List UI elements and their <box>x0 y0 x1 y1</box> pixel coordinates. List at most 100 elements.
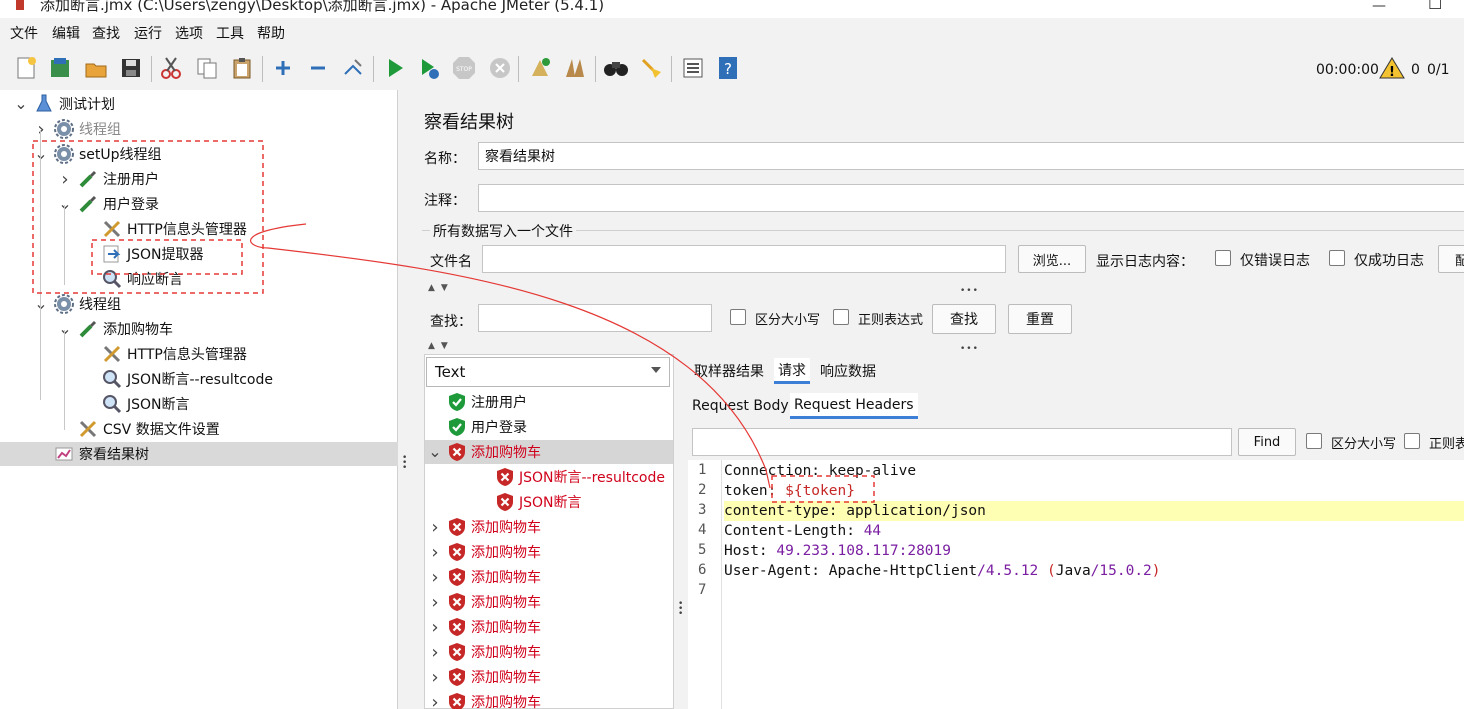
chevron-right-icon[interactable]: › <box>427 592 443 613</box>
tree-node[interactable]: ⌄ 线程组 <box>34 292 121 316</box>
errors-only-checkbox[interactable] <box>1215 250 1231 266</box>
tab-request-headers[interactable]: Request Headers <box>790 393 918 419</box>
result-item[interactable]: › 添加购物车 <box>425 665 673 689</box>
start-no-pause-icon[interactable] <box>415 54 443 82</box>
shutdown-icon[interactable] <box>486 54 514 82</box>
chevron-down-icon[interactable]: ⌄ <box>58 321 72 337</box>
menu-tools[interactable]: 工具 <box>216 23 244 43</box>
collapse-icon[interactable] <box>304 54 332 82</box>
renderer-select[interactable]: Text <box>426 357 670 387</box>
help-icon[interactable]: ? <box>714 54 742 82</box>
detail-regex-checkbox[interactable] <box>1404 433 1420 449</box>
tree-node[interactable]: ⌄ setUp线程组 <box>34 142 162 166</box>
section-divider-2[interactable]: ••• <box>960 344 979 354</box>
result-item[interactable]: › 添加购物车 <box>425 540 673 564</box>
collapse-arrows-2[interactable]: ▲▼ <box>428 341 454 351</box>
collapse-arrows[interactable]: ▲▼ <box>428 283 454 293</box>
menu-search[interactable]: 查找 <box>92 23 120 43</box>
templates-icon[interactable] <box>46 54 74 82</box>
reset-button[interactable]: 重置 <box>1008 304 1072 334</box>
success-only-checkbox[interactable] <box>1329 250 1345 266</box>
filename-field[interactable] <box>482 245 1006 273</box>
case-sensitive-checkbox[interactable] <box>730 309 746 325</box>
toggle-icon[interactable] <box>339 54 367 82</box>
menu-file[interactable]: 文件 <box>10 23 38 43</box>
tree-splitter[interactable]: • • • <box>398 90 410 709</box>
tree-node[interactable]: HTTP信息头管理器 <box>82 342 247 366</box>
find-text-button[interactable]: Find <box>1238 428 1296 456</box>
tab-request[interactable]: 请求 <box>774 358 810 384</box>
name-field[interactable]: 察看结果树 <box>478 142 1464 170</box>
result-item[interactable]: › 添加购物车 <box>425 590 673 614</box>
comment-field[interactable] <box>478 184 1464 212</box>
find-field[interactable] <box>692 428 1232 456</box>
tree-node[interactable]: CSV 数据文件设置 <box>58 417 220 441</box>
tree-node[interactable]: › 线程组 <box>34 117 121 141</box>
tree-node[interactable]: 察看结果树 <box>0 442 398 466</box>
tree-node[interactable]: ⌄ 添加购物车 <box>58 317 173 341</box>
chevron-right-icon[interactable]: › <box>427 667 443 688</box>
chevron-right-icon[interactable]: › <box>427 642 443 663</box>
tree-node[interactable]: ⌄ 用户登录 <box>58 192 159 216</box>
chevron-down-icon[interactable]: ⌄ <box>58 196 72 212</box>
result-item[interactable]: JSON断言 <box>425 490 673 514</box>
menu-help[interactable]: 帮助 <box>257 23 285 43</box>
chevron-right-icon[interactable]: › <box>427 617 443 638</box>
open-icon[interactable] <box>82 54 110 82</box>
tab-sampler-result[interactable]: 取样器结果 <box>690 358 768 384</box>
results-splitter[interactable]: • • • <box>674 354 686 709</box>
stop-icon[interactable]: STOP <box>450 54 478 82</box>
result-item[interactable]: › 添加购物车 <box>425 615 673 639</box>
tree-node[interactable]: JSON断言 <box>82 392 190 416</box>
menu-edit[interactable]: 编辑 <box>52 23 80 43</box>
save-icon[interactable] <box>117 54 145 82</box>
maximize-icon[interactable]: ☐ <box>1428 0 1442 13</box>
configure-button[interactable]: 配 <box>1438 245 1464 273</box>
chevron-down-icon[interactable]: ⌄ <box>14 96 28 112</box>
result-item[interactable]: › 添加购物车 <box>425 640 673 664</box>
copy-icon[interactable] <box>193 54 221 82</box>
tree-node[interactable]: JSON断言--resultcode <box>82 367 273 391</box>
paste-icon[interactable] <box>228 54 256 82</box>
result-item[interactable]: › 添加购物车 <box>425 515 673 539</box>
result-item[interactable]: › 添加购物车 <box>425 565 673 589</box>
chevron-right-icon[interactable]: › <box>427 517 443 538</box>
chevron-down-icon[interactable]: ⌄ <box>34 296 48 312</box>
result-item[interactable]: ⌄ 添加购物车 <box>425 440 673 464</box>
tree-node[interactable]: › 注册用户 <box>58 167 159 191</box>
warning-icon[interactable]: ! <box>1378 54 1406 82</box>
search-field[interactable] <box>478 304 712 332</box>
result-item[interactable]: 注册用户 <box>425 390 673 414</box>
cut-icon[interactable] <box>157 54 185 82</box>
new-icon[interactable] <box>12 54 40 82</box>
chevron-down-icon[interactable]: ⌄ <box>427 444 443 460</box>
chevron-right-icon[interactable]: › <box>427 542 443 563</box>
request-headers-editor[interactable]: 1 2 3 4 5 6 7 Connection: keep-alive token: ${t… <box>688 460 1464 709</box>
chevron-right-icon[interactable]: › <box>427 692 443 709</box>
browse-button[interactable]: 浏览... <box>1018 245 1086 273</box>
tree-node[interactable]: HTTP信息头管理器 <box>82 217 247 241</box>
minimize-icon[interactable]: — <box>1372 0 1386 14</box>
find-button[interactable]: 查找 <box>932 304 996 334</box>
start-icon[interactable] <box>381 54 409 82</box>
chevron-down-icon[interactable]: ⌄ <box>34 146 48 162</box>
tree-node[interactable]: JSON提取器 <box>82 242 204 266</box>
clear-icon[interactable] <box>526 54 554 82</box>
expand-icon[interactable] <box>269 54 297 82</box>
clear-all-icon[interactable] <box>561 54 589 82</box>
tab-request-body[interactable]: Request Body <box>688 393 793 419</box>
section-divider-1[interactable]: ••• <box>960 286 979 296</box>
chevron-right-icon[interactable]: › <box>427 567 443 588</box>
tree-node[interactable]: ⌄ 测试计划 <box>14 92 115 116</box>
function-helper-icon[interactable] <box>679 54 707 82</box>
chevron-right-icon[interactable]: › <box>34 119 48 140</box>
detail-case-checkbox[interactable] <box>1306 433 1322 449</box>
result-item[interactable]: 用户登录 <box>425 415 673 439</box>
search-icon[interactable] <box>602 54 630 82</box>
menu-run[interactable]: 运行 <box>134 23 162 43</box>
result-item[interactable]: JSON断言--resultcode <box>425 465 673 489</box>
chevron-right-icon[interactable]: › <box>58 169 72 190</box>
tab-response-data[interactable]: 响应数据 <box>816 358 880 384</box>
tree-node[interactable]: 响应断言 <box>82 267 183 291</box>
result-item[interactable]: › 添加购物车 <box>425 690 673 709</box>
